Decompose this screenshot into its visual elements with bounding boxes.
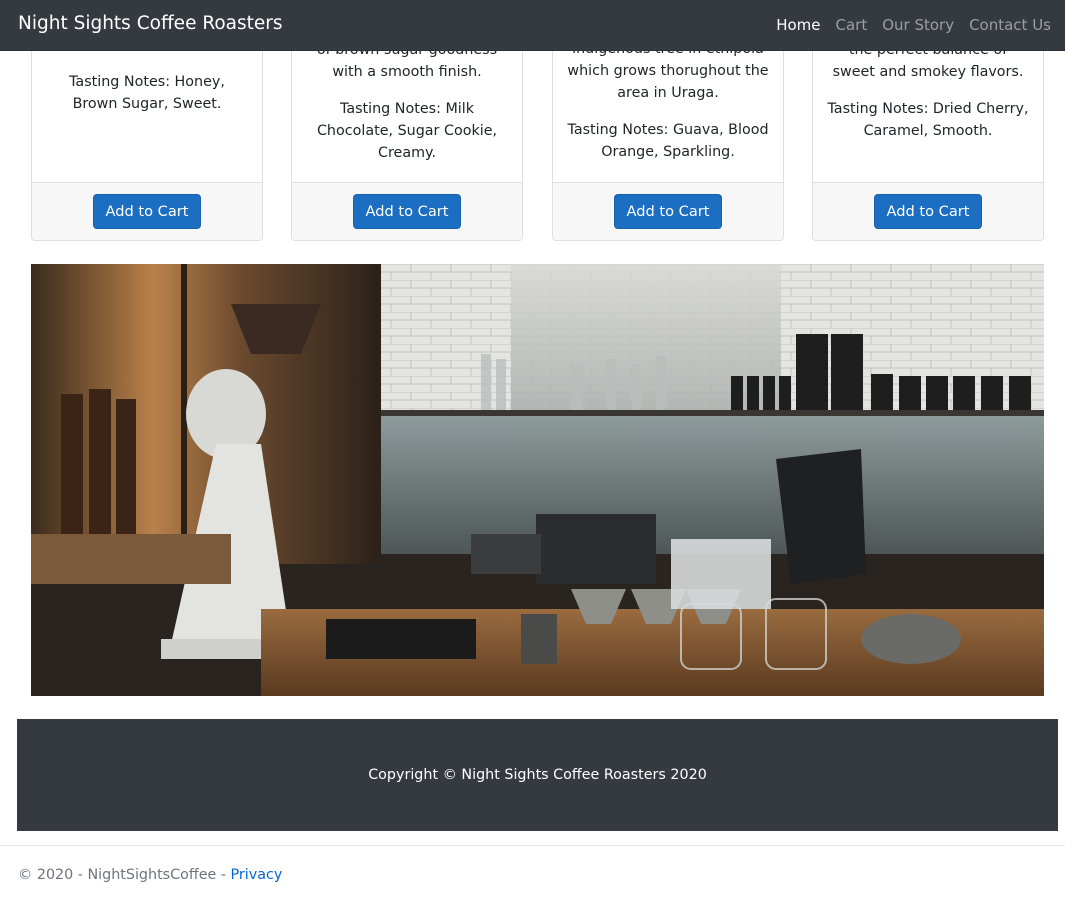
nav-link-our-story[interactable]: Our Story <box>882 16 954 34</box>
top-navbar: Night Sights Coffee Roasters Home Cart O… <box>0 0 1065 51</box>
tasting-notes: Tasting Notes: Guava, Blood Orange, Spar… <box>567 122 769 160</box>
nav-link-cart[interactable]: Cart <box>835 16 867 34</box>
add-to-cart-button[interactable]: Add to Cart <box>93 194 201 229</box>
privacy-link[interactable]: Privacy <box>231 867 283 883</box>
tasting-notes: Tasting Notes: Honey, Brown Sugar, Sweet… <box>69 74 225 112</box>
hero-image <box>31 264 1044 696</box>
nav-links: Home Cart Our Story Contact Us <box>776 16 1051 34</box>
brand-link[interactable]: Night Sights Coffee Roasters <box>18 13 283 34</box>
nav-link-home[interactable]: Home <box>776 16 820 34</box>
tasting-notes: Tasting Notes: Dried Cherry, Caramel, Sm… <box>827 101 1029 139</box>
card-footer: Add to Cart <box>292 182 522 240</box>
site-footer: Copyright © Night Sights Coffee Roasters… <box>17 719 1058 831</box>
card-footer: Add to Cart <box>32 182 262 240</box>
bottom-footer-copyright: © 2020 - NightSightsCoffee - <box>18 867 231 883</box>
tasting-notes: Tasting Notes: Milk Chocolate, Sugar Coo… <box>316 101 498 161</box>
bottom-footer: © 2020 - NightSightsCoffee - Privacy <box>0 845 1065 901</box>
nav-link-contact-us[interactable]: Contact Us <box>969 16 1051 34</box>
add-to-cart-button[interactable]: Add to Cart <box>353 194 461 229</box>
add-to-cart-button[interactable]: Add to Cart <box>874 194 982 229</box>
coffee-bar-photo <box>31 264 1044 696</box>
card-footer: Add to Cart <box>813 182 1043 240</box>
add-to-cart-button[interactable]: Add to Cart <box>614 194 722 229</box>
card-footer: Add to Cart <box>553 182 783 240</box>
copyright-text: Copyright © Night Sights Coffee Roasters… <box>368 767 707 783</box>
bottom-footer-text: © 2020 - NightSightsCoffee - Privacy <box>18 867 282 883</box>
